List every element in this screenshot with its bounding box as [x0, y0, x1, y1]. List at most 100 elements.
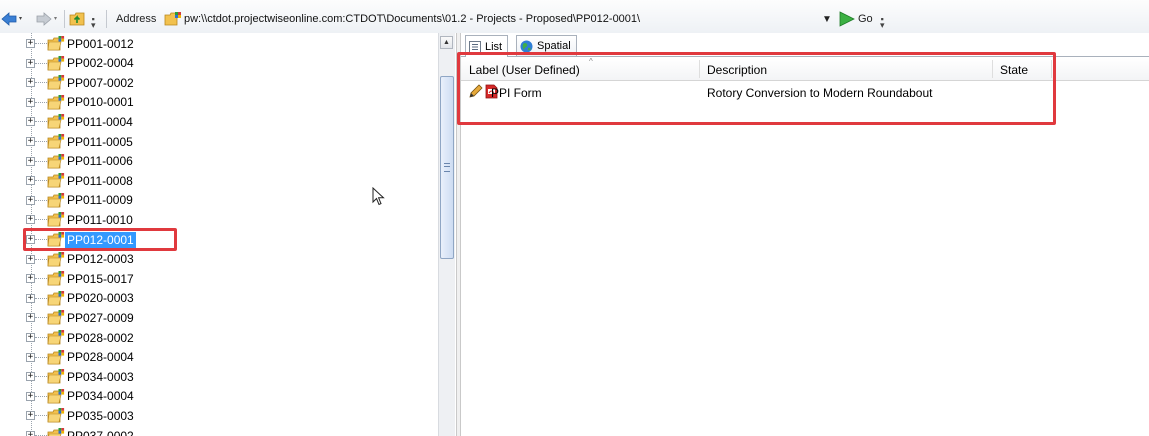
tree-item-label[interactable]: PP034-0004 — [65, 388, 136, 404]
expand-plus-icon[interactable]: + — [26, 333, 35, 342]
project-folder-icon — [47, 251, 65, 270]
tree-item-label[interactable]: PP011-0006 — [65, 153, 135, 169]
tree-item-label[interactable]: PP010-0001 — [65, 94, 136, 110]
project-folder-icon — [47, 35, 65, 54]
scroll-thumb[interactable] — [440, 76, 454, 259]
tree-item[interactable]: + PP011-0006 — [0, 152, 440, 171]
expand-plus-icon[interactable]: + — [26, 254, 35, 264]
project-folder-icon — [47, 388, 65, 407]
tree-connector — [35, 101, 47, 103]
tree-item-label[interactable]: PP011-0009 — [65, 192, 135, 208]
tree-connector — [35, 356, 47, 358]
tree-item[interactable]: + PP020-0003 — [0, 289, 440, 308]
go-label[interactable]: Go — [858, 11, 873, 27]
tree-item[interactable]: + PP034-0003 — [0, 367, 440, 386]
expand-plus-icon[interactable]: + — [26, 176, 35, 186]
tree-item-label[interactable]: PP037-0002 — [65, 428, 136, 436]
expand-plus-icon[interactable]: + — [26, 372, 35, 382]
go-button[interactable] — [838, 11, 856, 27]
tree-item[interactable]: + PP027-0009 — [0, 308, 440, 327]
tree-item-label[interactable]: PP007-0002 — [65, 75, 136, 91]
toolbar-overflow[interactable]: ▪ ▾ — [91, 14, 96, 30]
project-folder-icon — [47, 407, 65, 426]
tree-item-label[interactable]: PP020-0003 — [65, 290, 136, 306]
tree-connector — [35, 180, 47, 182]
scroll-grip-icon — [444, 163, 450, 172]
tree-connector — [35, 219, 47, 221]
expand-plus-icon[interactable]: + — [26, 195, 35, 205]
expand-plus-icon[interactable]: + — [26, 137, 35, 146]
address-input[interactable]: pw:\\ctdot.projectwiseonline.com:CTDOT\D… — [184, 11, 640, 27]
project-folder-icon — [47, 368, 65, 387]
forward-button[interactable] — [36, 11, 60, 27]
tree-item-label[interactable]: PP011-0004 — [65, 114, 135, 130]
tree-item-label[interactable]: PP028-0004 — [65, 349, 136, 365]
projectwise-folder-icon — [164, 11, 182, 27]
folder-up-button[interactable] — [69, 11, 87, 27]
tree-item[interactable]: + PP011-0005 — [0, 132, 440, 151]
tree-item[interactable]: + PP007-0002 — [0, 73, 440, 92]
tree-item[interactable]: + PP037-0002 — [0, 426, 440, 436]
tree-item-label[interactable]: PP034-0003 — [65, 369, 136, 385]
expand-plus-icon[interactable]: + — [26, 156, 35, 166]
tree-item[interactable]: + PP028-0002 — [0, 328, 440, 347]
tab-spatial-label: Spatial — [537, 40, 571, 52]
toolbar: ▪ ▾ Address pw:\\ctdot.projectwiseonline.… — [0, 0, 1149, 33]
project-folder-icon — [47, 113, 65, 132]
tree-item-label[interactable]: PP035-0003 — [65, 408, 136, 424]
expand-plus-icon[interactable]: + — [26, 78, 35, 88]
tree-item-label[interactable]: PP001-0012 — [65, 36, 136, 52]
tree-item-label[interactable]: PP015-0017 — [65, 271, 136, 287]
expand-plus-icon[interactable]: + — [26, 39, 35, 48]
tree-item-label[interactable]: PP012-0003 — [65, 251, 136, 267]
tree-connector — [35, 82, 47, 84]
tree-item[interactable]: + PP010-0001 — [0, 93, 440, 112]
tree-connector — [35, 258, 47, 260]
tree-item[interactable]: + PP002-0004 — [0, 54, 440, 73]
tree-item[interactable]: + PP015-0017 — [0, 269, 440, 288]
expand-plus-icon[interactable]: + — [26, 117, 35, 127]
tree-connector — [35, 415, 47, 417]
tree-item-label[interactable]: PP011-0010 — [65, 212, 135, 228]
tab-list-label: List — [485, 40, 503, 53]
tree-item[interactable]: + PP012-0003 — [0, 250, 440, 269]
project-folder-icon — [47, 133, 65, 152]
tree-item-label[interactable]: PP011-0008 — [65, 173, 135, 189]
tree-item[interactable]: + PP001-0012 — [0, 34, 440, 53]
project-folder-icon — [47, 349, 65, 368]
expand-plus-icon[interactable]: + — [26, 293, 35, 303]
project-folder-icon — [47, 55, 65, 74]
tree-item-label[interactable]: PP027-0009 — [65, 310, 136, 326]
project-folder-icon — [47, 94, 65, 113]
expand-plus-icon[interactable]: + — [26, 58, 35, 68]
highlight-box-grid — [457, 52, 1056, 125]
back-arrow-icon — [1, 12, 22, 26]
toolbar-overflow[interactable]: ▪ ▾ — [880, 14, 885, 30]
mouse-pointer-icon — [372, 187, 385, 206]
tree-item[interactable]: + PP011-0004 — [0, 112, 440, 131]
tree-connector — [35, 43, 47, 44]
scroll-up-button[interactable]: ▲ — [440, 36, 453, 49]
address-label: Address — [116, 13, 157, 25]
toolbar-separator — [106, 10, 107, 28]
expand-plus-icon[interactable]: + — [26, 391, 35, 401]
tree-item-label[interactable]: PP028-0002 — [65, 330, 136, 346]
expand-plus-icon[interactable]: + — [26, 313, 35, 323]
tree-scrollbar[interactable]: ▲ — [438, 33, 455, 436]
address-dropdown-icon[interactable]: ▼ — [822, 11, 832, 27]
back-button[interactable] — [1, 11, 25, 27]
expand-plus-icon[interactable]: + — [26, 215, 35, 225]
expand-plus-icon[interactable]: + — [26, 411, 35, 421]
tree-item-label[interactable]: PP011-0005 — [65, 134, 135, 150]
project-folder-icon — [47, 270, 65, 289]
tree-item-label[interactable]: PP002-0004 — [65, 55, 136, 71]
expand-plus-icon[interactable]: + — [26, 97, 35, 107]
expand-plus-icon[interactable]: + — [26, 274, 35, 284]
expand-plus-icon[interactable]: + — [26, 431, 35, 436]
expand-plus-icon[interactable]: + — [26, 352, 35, 362]
tree-connector — [35, 121, 47, 123]
tree-item[interactable]: + PP035-0003 — [0, 406, 440, 425]
tree-item[interactable]: + PP028-0004 — [0, 348, 440, 367]
tree-item[interactable]: + PP011-0010 — [0, 210, 440, 229]
tree-item[interactable]: + PP034-0004 — [0, 387, 440, 406]
